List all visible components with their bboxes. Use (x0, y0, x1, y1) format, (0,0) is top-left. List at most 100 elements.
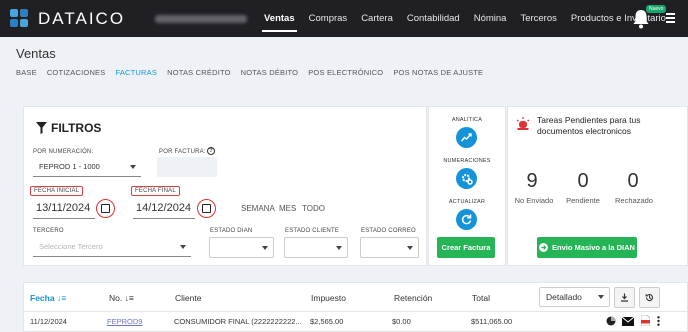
nav-terceros[interactable]: Terceros (513, 0, 563, 37)
tab-base[interactable]: BASE (16, 68, 37, 77)
col-no-label: No. (109, 293, 123, 303)
calendar-icon[interactable] (96, 199, 115, 218)
quick-semana[interactable]: SEMANA (241, 204, 275, 213)
chart-icon (461, 133, 472, 142)
por-numeracion-label: POR NUMERACIÓN: (33, 149, 94, 155)
download-button[interactable] (614, 287, 635, 308)
view-mode-select[interactable]: Detallado (539, 287, 610, 307)
col-fecha-label: Fecha (30, 293, 55, 303)
row-invoice-link[interactable]: FEPROD9 (107, 317, 142, 326)
view-mode-value: Detallado (546, 292, 582, 302)
email-icon[interactable] (622, 317, 634, 326)
tercero-placeholder: Seleccione Tercero (39, 242, 103, 251)
history-icon (645, 293, 654, 302)
por-factura-label: POR FACTURA: (159, 149, 206, 155)
actualizar-label: ACTUALIZAR (448, 199, 486, 205)
numeracion-value: FEPROD 1 - 1000 (39, 162, 100, 171)
pdf-icon[interactable] (641, 315, 650, 326)
fecha-final-underline (133, 218, 195, 219)
rechazado-count[interactable]: 0 (603, 170, 663, 193)
menu-icon[interactable] (666, 13, 675, 23)
chevron-down-icon (336, 245, 342, 250)
alarm-icon (516, 117, 530, 130)
company-name-blurred (155, 14, 248, 23)
estado-correo-label: ESTADO CORREO (361, 228, 416, 234)
tab-pos-notas-ajuste[interactable]: POS NOTAS DE AJUSTE (393, 68, 483, 77)
row-total: $511,065.00 (471, 317, 513, 326)
logo-icon (10, 8, 30, 29)
row-cliente: CONSUMIDOR FINAL (2222222222... (174, 317, 302, 326)
more-options-icon[interactable] (657, 316, 660, 326)
col-retencion: Retención (394, 293, 433, 303)
help-icon[interactable]: ? (207, 147, 215, 155)
fecha-final-label: FECHA FINAL (131, 186, 180, 196)
numeraciones-label: NUMERACIONES (443, 158, 491, 164)
tercero-label: TERCERO (33, 228, 64, 234)
factura-input[interactable] (157, 157, 217, 177)
tab-facturas[interactable]: FACTURAS (115, 68, 157, 77)
nav-contabilidad[interactable]: Contabilidad (400, 0, 467, 37)
download-icon (621, 293, 628, 302)
col-impuesto: Impuesto (311, 293, 346, 303)
page-title: Ventas (16, 46, 56, 61)
filters-heading: FILTROS (36, 121, 101, 135)
crear-factura-button[interactable]: Crear Factura (437, 237, 495, 258)
refresh-icon (461, 214, 472, 225)
estado-dian-label: ESTADO DIAN (210, 228, 253, 234)
envio-masivo-dian-button[interactable]: Envio Masivo a la DIAN (537, 237, 637, 258)
actualizar-button[interactable] (456, 209, 477, 230)
tab-cotizaciones[interactable]: COTIZACIONES (47, 68, 106, 77)
quick-todo[interactable]: TODO (302, 204, 325, 213)
brand-name: DATAICO (38, 8, 126, 28)
gears-icon (461, 173, 473, 185)
chevron-down-icon (407, 245, 413, 250)
nav-nomina[interactable]: Nómina (467, 0, 514, 37)
history-button[interactable] (639, 287, 660, 308)
col-no[interactable]: No. ↓≡ (109, 293, 134, 303)
envio-masivo-label: Envio Masivo a la DIAN (552, 243, 635, 252)
estado-cliente-label: ESTADO CLIENTE (285, 228, 340, 234)
chevron-down-icon (598, 295, 604, 299)
nav-ventas[interactable]: Ventas (257, 0, 302, 37)
sort-icon: ↓≡ (124, 293, 134, 303)
analitica-button[interactable] (456, 127, 477, 148)
dataico-logo[interactable]: DATAICO (10, 8, 126, 29)
fecha-inicial-input[interactable]: 13/11/2024 (36, 202, 90, 214)
sort-desc-icon: ↓≡ (56, 293, 67, 303)
estado-cliente-select[interactable] (284, 237, 348, 258)
new-badge: Nuevo (646, 5, 667, 13)
tab-pos-electronico[interactable]: POS ELECTRÓNICO (308, 68, 383, 77)
calendar-icon[interactable] (197, 199, 216, 218)
estado-dian-select[interactable] (209, 237, 274, 258)
nav-cartera[interactable]: Cartera (354, 0, 400, 37)
col-fecha[interactable]: Fecha ↓≡ (30, 293, 66, 303)
fecha-final-input[interactable]: 14/12/2024 (136, 202, 191, 214)
numeracion-select[interactable]: FEPROD 1 - 1000 (33, 157, 141, 177)
table-row-divider (23, 311, 688, 312)
tasks-title: Tareas Pendientes para tus documentos el… (537, 115, 641, 136)
col-total: Total (472, 293, 490, 303)
fecha-inicial-label: FECHA INICIAL (30, 186, 84, 196)
row-retencion: $0.00 (392, 317, 411, 326)
quick-mes[interactable]: MES (279, 204, 296, 213)
main-nav: Ventas Compras Cartera Contabilidad Nómi… (257, 0, 673, 37)
filter-icon (36, 122, 47, 134)
dian-status-icon[interactable] (606, 316, 616, 326)
chevron-down-icon (130, 164, 136, 169)
subtabs: BASE COTIZACIONES FACTURAS NOTAS CRÉDITO… (16, 68, 493, 77)
col-cliente: Cliente (175, 293, 202, 303)
numeraciones-button[interactable] (456, 168, 477, 189)
rechazado-label: Rechazado (615, 196, 653, 205)
tercero-select[interactable]: Seleccione Tercero (33, 237, 191, 257)
chevron-down-icon (180, 244, 186, 249)
top-navbar: DATAICO Ventas Compras Cartera Contabili… (0, 0, 688, 37)
estado-correo-select[interactable] (360, 237, 419, 258)
row-impuesto: $2,565.00 (310, 317, 344, 326)
nav-compras[interactable]: Compras (302, 0, 355, 37)
fecha-inicial-underline (33, 218, 95, 219)
chevron-down-icon (262, 245, 268, 250)
analitica-label: ANALÍTICA (451, 117, 483, 123)
tab-notas-debito[interactable]: NOTAS DÉBITO (241, 68, 299, 77)
tab-notas-credito[interactable]: NOTAS CRÉDITO (167, 68, 231, 77)
send-icon (539, 243, 549, 252)
